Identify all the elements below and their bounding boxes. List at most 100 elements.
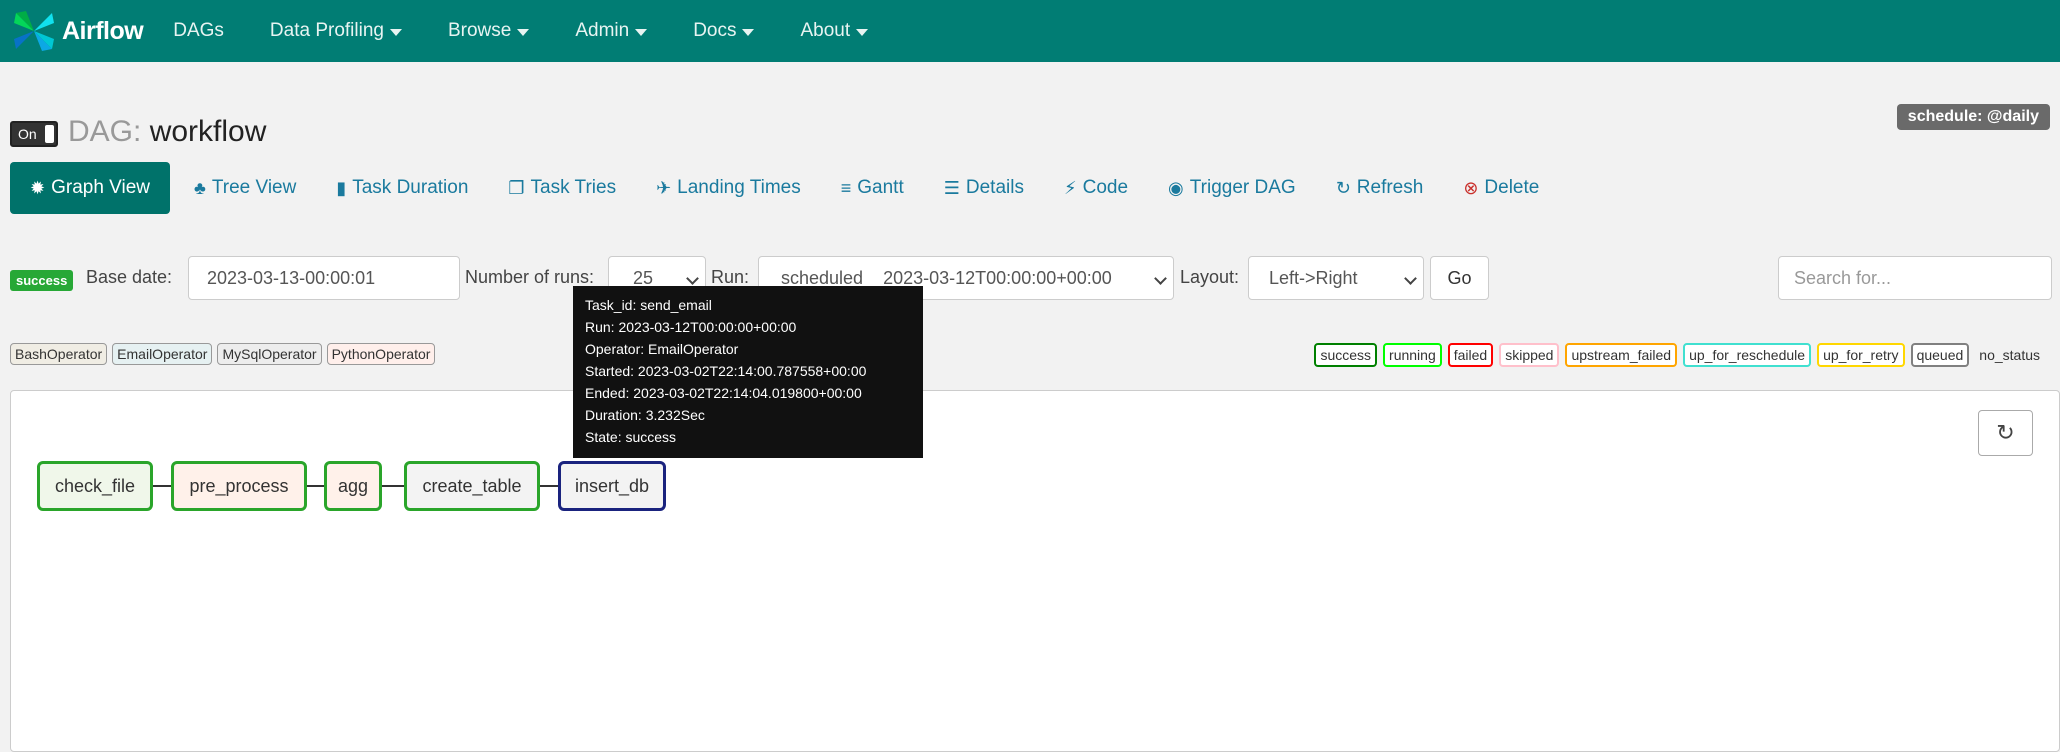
tab-label: Trigger DAG — [1189, 177, 1296, 198]
tab-code[interactable]: ⚡ Code — [1064, 177, 1128, 199]
refresh-icon: ↻ — [1335, 177, 1351, 198]
tab-tree-view[interactable]: ♣ Tree View — [194, 177, 296, 199]
caret-down-icon — [742, 28, 755, 36]
caret-down-icon — [856, 28, 869, 36]
caret-down-icon — [635, 28, 648, 36]
nav-item-label: DAGs — [173, 20, 224, 41]
dag-prefix: DAG: — [68, 115, 142, 148]
task-tooltip: Task_id: send_email Run: 2023-03-12T00:00… — [573, 286, 923, 458]
num-runs-label: Number of runs: — [465, 267, 595, 287]
task-node-check-file[interactable]: check_file — [37, 461, 153, 511]
caret-down-icon — [389, 28, 402, 36]
brand[interactable]: Airflow — [10, 0, 144, 62]
state-running[interactable]: running — [1383, 343, 1442, 367]
tab-label: Details — [965, 177, 1024, 198]
operator-bashoperator[interactable]: BashOperator — [10, 343, 108, 365]
tab-task-duration[interactable]: ▮ Task Duration — [336, 177, 468, 199]
state-skipped[interactable]: skipped — [1499, 343, 1560, 367]
layout-label: Layout: — [1180, 267, 1240, 287]
graph-edge — [153, 485, 171, 487]
duplicate-icon: ❐ — [508, 177, 525, 198]
nav-item-label: About — [800, 20, 851, 41]
dag-on-off-toggle[interactable]: On — [10, 121, 58, 147]
operator-emailoperator[interactable]: EmailOperator — [112, 343, 213, 365]
tab-trigger-dag[interactable]: ◉ Trigger DAG — [1168, 177, 1296, 199]
tooltip-line: Duration: 3.232Sec — [585, 407, 705, 423]
refresh-icon: ↻ — [1996, 420, 2015, 445]
nav-item-admin[interactable]: Admin — [575, 20, 648, 42]
asterisk-icon: ✹ — [30, 177, 46, 198]
layout-select[interactable]: Left->Right — [1248, 256, 1424, 300]
base-date-input[interactable]: 2023-03-13-00:00:01 — [188, 256, 460, 300]
nav-item-dags[interactable]: DAGs — [173, 20, 224, 42]
task-node-insert-db[interactable]: insert_db — [558, 461, 666, 511]
nav-item-label: Docs — [693, 20, 737, 41]
tooltip-line: Task_id: send_email — [585, 297, 712, 313]
chevron-down-icon — [686, 272, 699, 285]
page-title: DAG: workflow — [68, 115, 266, 149]
nav-item-browse[interactable]: Browse — [448, 20, 530, 42]
operator-legend: BashOperator EmailOperator MySqlOperator Py… — [10, 343, 440, 365]
tab-gantt[interactable]: ≡ Gantt — [841, 177, 904, 199]
graph-edge — [307, 485, 324, 487]
tab-label: Task Tries — [530, 177, 617, 198]
go-button[interactable]: Go — [1430, 256, 1489, 300]
nav-item-about[interactable]: About — [800, 20, 869, 42]
task-node-label: insert_db — [574, 475, 650, 496]
tab-label: Tree View — [211, 177, 297, 198]
operator-mysqloperator[interactable]: MySqlOperator — [217, 343, 322, 365]
tab-delete[interactable]: ⊗ Delete — [1463, 177, 1539, 199]
nav-item-docs[interactable]: Docs — [693, 20, 755, 42]
task-node-label: check_file — [54, 475, 136, 496]
graph-canvas[interactable] — [10, 390, 2060, 752]
graph-refresh-button[interactable]: ↻ — [1978, 410, 2033, 456]
graph-edge — [382, 485, 404, 487]
tab-refresh[interactable]: ↻ Refresh — [1336, 177, 1424, 199]
task-node-create-table[interactable]: create_table — [404, 461, 540, 511]
play-circle-icon: ◉ — [1168, 177, 1184, 198]
chevron-down-icon — [1404, 272, 1417, 285]
tooltip-line: Run: 2023-03-12T00:00:00+00:00 — [585, 319, 797, 335]
tab-details[interactable]: ☰ Details — [944, 177, 1024, 199]
state-no-status[interactable]: no_status — [1975, 345, 2044, 365]
plane-icon: ✈ — [656, 177, 672, 198]
flash-icon: ⚡ — [1063, 177, 1077, 198]
graph-edge — [540, 485, 558, 487]
list-icon: ☰ — [943, 177, 960, 198]
layout-value: Left->Right — [1269, 267, 1358, 288]
tab-label: Landing Times — [677, 177, 801, 198]
state-up-for-retry[interactable]: up_for_retry — [1817, 343, 1905, 367]
tab-label: Delete — [1484, 177, 1540, 198]
toggle-knob — [45, 125, 54, 143]
gantt-icon: ≡ — [840, 177, 852, 198]
tab-label: Refresh — [1356, 177, 1424, 198]
state-legend: success running failed skipped upstream_fail… — [1314, 343, 2050, 367]
tab-landing-times[interactable]: ✈ Landing Times — [656, 177, 801, 199]
caret-down-icon — [517, 28, 530, 36]
nav-item-data-profiling[interactable]: Data Profiling — [270, 20, 402, 42]
tab-label: Graph View — [51, 177, 151, 198]
tab-graph-view[interactable]: ✹ Graph View — [10, 162, 171, 214]
search-input[interactable] — [1778, 256, 2052, 300]
remove-circle-icon: ⊗ — [1463, 177, 1479, 198]
tooltip-line: State: success — [585, 429, 677, 445]
state-upstream-failed[interactable]: upstream_failed — [1565, 343, 1678, 367]
state-up-for-reschedule[interactable]: up_for_reschedule — [1683, 343, 1812, 367]
top-navbar: Airflow DAGs Data Profiling Browse Admin Doc… — [0, 0, 2060, 62]
tab-label: Code — [1082, 177, 1129, 198]
task-node-label: create_table — [422, 475, 522, 496]
task-node-agg[interactable]: agg — [324, 461, 382, 511]
tab-task-tries[interactable]: ❐ Task Tries — [508, 177, 616, 199]
operator-pythonoperator[interactable]: PythonOperator — [326, 343, 436, 365]
task-node-label: agg — [337, 475, 369, 496]
chevron-down-icon — [1154, 272, 1167, 285]
state-success[interactable]: success — [1314, 343, 1378, 367]
toggle-label: On — [18, 126, 37, 142]
state-failed[interactable]: failed — [1447, 343, 1494, 367]
tab-label: Gantt — [857, 177, 904, 198]
bar-chart-icon: ▮ — [336, 177, 347, 198]
brand-name: Airflow — [62, 16, 144, 45]
task-node-pre-process[interactable]: pre_process — [171, 461, 307, 511]
state-queued[interactable]: queued — [1910, 343, 1970, 367]
nav-item-label: Data Profiling — [269, 20, 384, 41]
